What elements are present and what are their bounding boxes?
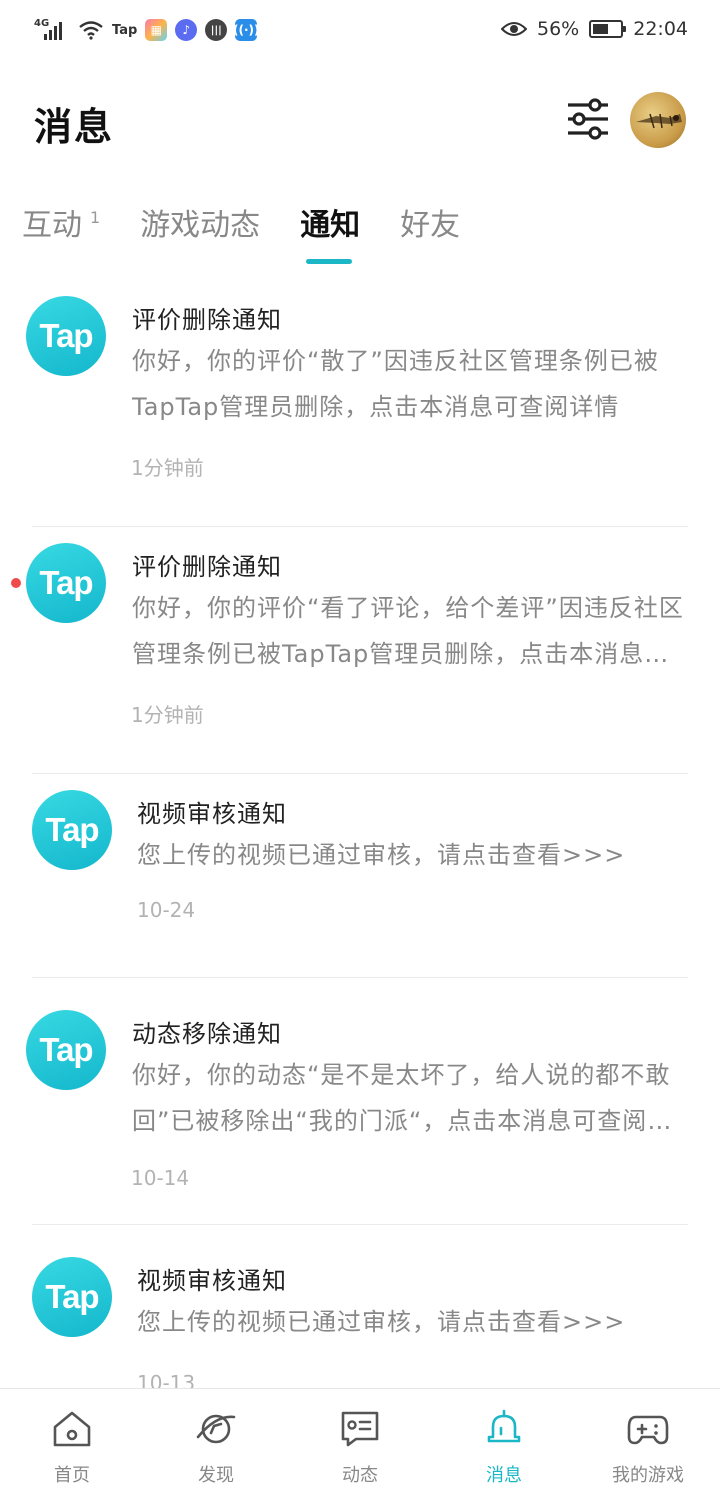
tab-label: 互动 [22,208,82,243]
clock: 22:04 [633,18,688,40]
notification-time: 1分钟前 [131,703,204,727]
notification-title: 评价删除通知 [132,306,282,334]
nav-my-games[interactable]: 我的游戏 [576,1389,720,1496]
notification-body: 你好，你的评价“看了评论，给个差评”因违反社区管理条例已被TapTap管理员删除… [132,594,684,668]
nav-label: 首页 [54,1465,90,1486]
battery-percent: 56% [537,18,580,40]
notification-body: 你好，你的动态“是不是太坏了，给人说的都不敢回”已被移除出“我的门派“，点击本消… [132,1061,673,1135]
notification-item[interactable]: Tap 评价删除通知 你好，你的评价“看了评论，给个差评”因违反社区管理条例已被… [0,527,720,774]
nav-feed[interactable]: 动态 [288,1389,432,1496]
taptap-logo-icon: Tap [26,543,106,623]
taptap-logo-icon: Tap [26,1010,106,1090]
nav-label: 发现 [198,1465,234,1486]
feed-icon [341,1411,379,1447]
nav-home[interactable]: 首页 [0,1389,144,1496]
notification-time: 10-24 [137,898,196,922]
tab-label: 通知 [300,208,361,243]
message-tabs: 互动 1 游戏动态 通知 好友 [22,196,500,266]
tab-label: 游戏动态 [140,208,261,243]
notification-title: 评价删除通知 [132,553,282,581]
hotspot-app-icon: ((·)) [233,19,260,41]
tab-label: 好友 [400,208,461,243]
filter-settings-icon[interactable] [566,98,610,140]
notification-item[interactable]: Tap 动态移除通知 你好，你的动态“是不是太坏了，给人说的都不敢回”已被移除出… [0,978,720,1225]
taptap-logo-icon: Tap [32,1257,112,1337]
active-tab-indicator [306,259,352,264]
taptap-status-icon: Tap [112,22,138,38]
tab-notifications[interactable]: 通知 [300,196,360,244]
gamepad-icon [627,1415,669,1445]
app-notification-icon: ▦ [145,19,168,41]
tab-interaction[interactable]: 互动 1 [22,196,100,244]
bottom-navigation: 首页 发现 动态 消息 我的游戏 [0,1388,720,1496]
status-bar-right: 56% 22:04 [501,18,688,40]
notification-item[interactable]: Tap 评价删除通知 你好，你的评价“散了”因违反社区管理条例已被TapTap管… [0,280,720,527]
planet-icon [196,1414,236,1444]
tab-friends[interactable]: 好友 [400,196,460,244]
cellular-signal-icon: 4G [34,18,70,42]
notification-body: 您上传的视频已通过审核，请点击查看>>> [137,1308,626,1336]
notification-body: 你好，你的评价“散了”因违反社区管理条例已被TapTap管理员删除，点击本消息可… [132,347,659,421]
nav-label: 动态 [342,1465,378,1486]
status-bar-left: 4G Tap ▦ ♪ ||| ((·)) [34,18,260,42]
notification-list: Tap 评价删除通知 你好，你的评价“散了”因违反社区管理条例已被TapTap管… [0,280,720,1405]
notification-title: 动态移除通知 [132,1020,282,1048]
nav-discover[interactable]: 发现 [144,1389,288,1496]
status-bar: 4G Tap ▦ ♪ ||| ((·)) 56% 22:04 [0,0,720,64]
user-avatar[interactable] [630,92,686,148]
notification-time: 1分钟前 [131,456,204,480]
notification-body: 您上传的视频已通过审核，请点击查看>>> [137,841,626,869]
page-title: 消息 [34,105,115,149]
nav-label: 我的游戏 [612,1465,684,1486]
wifi-icon [79,21,103,40]
notification-item[interactable]: Tap 视频审核通知 您上传的视频已通过审核，请点击查看>>> 10-13 [0,1225,720,1405]
eye-comfort-icon [501,22,527,36]
avatar-image [636,113,682,129]
tab-count-badge: 1 [90,208,101,227]
tab-game-updates[interactable]: 游戏动态 [140,196,260,244]
taptap-logo-icon: Tap [26,296,106,376]
audio-app-icon: ||| [205,19,228,41]
nav-label: 消息 [486,1465,522,1486]
home-icon [53,1411,91,1447]
nav-messages[interactable]: 消息 [432,1389,576,1496]
unread-dot [11,578,21,588]
notification-time: 10-14 [131,1166,190,1190]
notification-title: 视频审核通知 [137,1267,287,1295]
music-app-icon: ♪ [175,19,198,41]
taptap-logo-icon: Tap [32,790,112,870]
notification-title: 视频审核通知 [137,800,287,828]
notification-item[interactable]: Tap 视频审核通知 您上传的视频已通过审核，请点击查看>>> 10-24 [0,774,720,978]
battery-icon [589,20,627,38]
bell-icon [487,1409,521,1443]
